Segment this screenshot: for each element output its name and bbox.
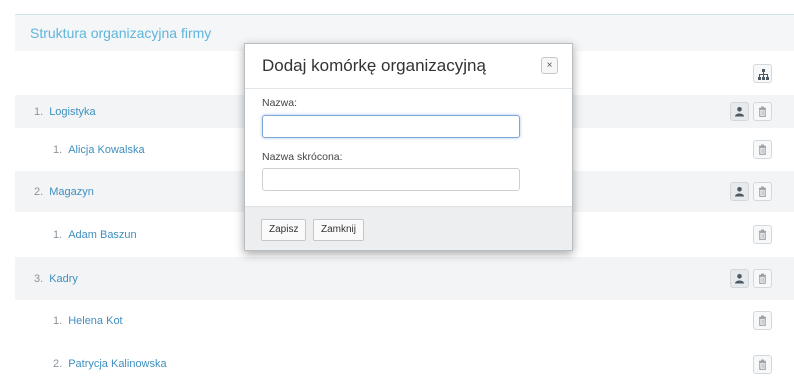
trash-icon (759, 186, 766, 197)
trash-icon (759, 315, 766, 326)
tree-row-number: 1. (53, 228, 63, 241)
add-employee-button[interactable] (730, 102, 749, 121)
close-button[interactable]: Zamknij (313, 219, 365, 241)
save-button[interactable]: Zapisz (261, 219, 307, 241)
name-input[interactable] (262, 115, 520, 138)
tree-row-name[interactable]: Kadry (49, 273, 78, 285)
close-icon[interactable]: × (541, 57, 558, 74)
dialog-body: Nazwa: Nazwa skrócona: (245, 89, 572, 207)
delete-button[interactable] (753, 140, 772, 159)
short-name-label: Nazwa skrócona: (262, 151, 343, 163)
tree-row-number: 2. (34, 185, 44, 198)
tree-row-number: 1. (34, 105, 44, 118)
tree-row-name[interactable]: Patrycja Kalinowska (68, 358, 166, 370)
tree-row-number: 3. (34, 272, 44, 285)
tree-row-person: 2. Patrycja Kalinowska (15, 341, 794, 387)
add-unit-dialog: Dodaj komórkę organizacyjną × Nazwa: Naz… (244, 43, 573, 251)
add-employee-button[interactable] (730, 182, 749, 201)
panel-title: Struktura organizacyjna firmy (30, 25, 212, 41)
short-name-input[interactable] (262, 168, 520, 191)
tree-row-name[interactable]: Alicja Kowalska (68, 144, 144, 156)
tree-row-number: 2. (53, 358, 63, 370)
dialog-footer: Zapisz Zamknij (245, 206, 572, 250)
tree-row-number: 1. (53, 143, 63, 156)
delete-button[interactable] (753, 311, 772, 330)
tree-row-name[interactable]: Magazyn (49, 186, 94, 198)
trash-icon (759, 359, 766, 370)
name-label: Nazwa: (262, 97, 298, 109)
tree-row-label: 1. Logistyka (34, 106, 96, 118)
trash-icon (759, 229, 766, 240)
trash-icon (759, 144, 766, 155)
delete-button[interactable] (753, 269, 772, 288)
tree-row-label: 2. Magazyn (34, 186, 94, 198)
tree-row-label: 1. Adam Baszun (53, 229, 137, 241)
tree-row-label: 2. Patrycja Kalinowska (53, 358, 167, 370)
trash-icon (759, 273, 766, 284)
user-icon (735, 107, 744, 117)
delete-button[interactable] (753, 182, 772, 201)
tree-row-number: 1. (53, 314, 63, 327)
delete-button[interactable] (753, 102, 772, 121)
delete-button[interactable] (753, 225, 772, 244)
tree-row-label: 1. Helena Kot (53, 315, 123, 327)
user-icon (735, 187, 744, 197)
tree-row-label: 3. Kadry (34, 273, 78, 285)
tree-row-name[interactable]: Logistyka (49, 106, 95, 118)
add-employee-button[interactable] (730, 269, 749, 288)
tree-row-unit: 3. Kadry (15, 257, 794, 300)
tree-row-label: 1. Alicja Kowalska (53, 144, 145, 156)
sitemap-icon (758, 69, 769, 80)
delete-button[interactable] (753, 355, 772, 374)
tree-row-name[interactable]: Adam Baszun (68, 229, 136, 241)
tree-row-name[interactable]: Helena Kot (68, 315, 122, 327)
dialog-title: Dodaj komórkę organizacyjną (262, 56, 486, 75)
add-unit-button[interactable] (753, 64, 772, 83)
dialog-header: Dodaj komórkę organizacyjną × (245, 44, 572, 89)
trash-icon (759, 106, 766, 117)
user-icon (735, 274, 744, 284)
tree-row-person: 1. Helena Kot (15, 300, 794, 341)
